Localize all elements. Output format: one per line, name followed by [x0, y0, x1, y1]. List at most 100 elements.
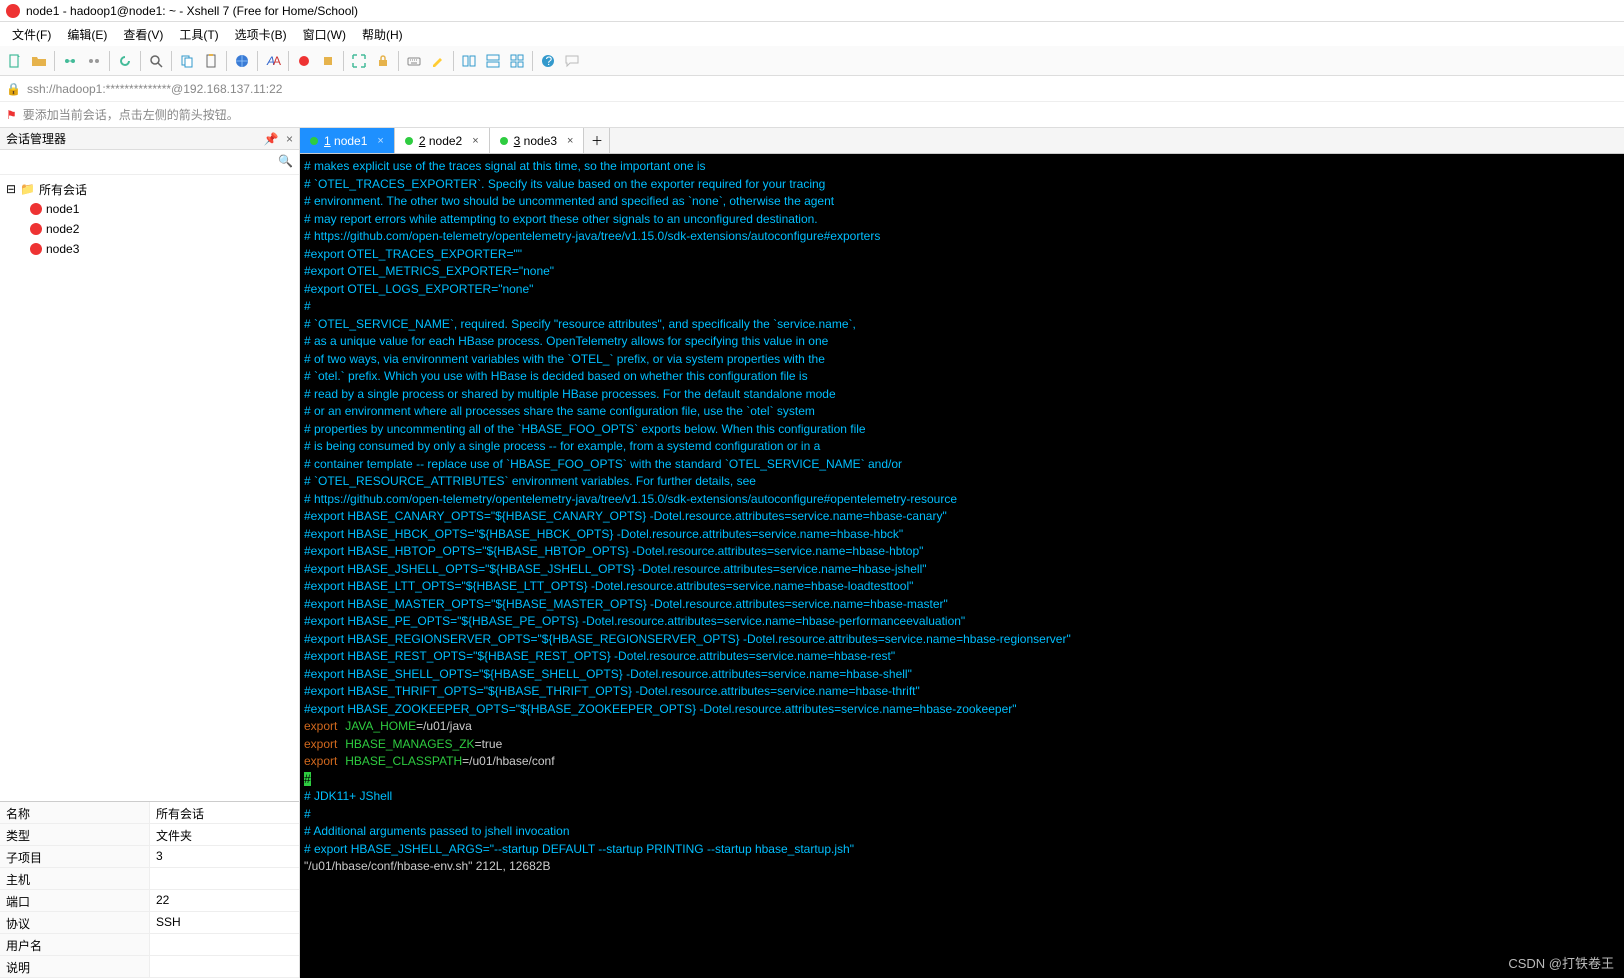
session-icon — [30, 203, 42, 215]
menu-item[interactable]: 查看(V) — [117, 24, 169, 45]
toolbar-separator — [140, 51, 141, 71]
property-row: 说明 — [0, 956, 299, 978]
property-value: SSH — [150, 912, 299, 933]
close-icon[interactable]: × — [377, 135, 383, 147]
pin-icon[interactable]: 📌 — [264, 132, 279, 146]
title-bar: node1 - hadoop1@node1: ~ - Xshell 7 (Fre… — [0, 0, 1624, 22]
property-key: 端口 — [0, 890, 150, 911]
grid-icon[interactable] — [506, 50, 528, 72]
property-value: 文件夹 — [150, 824, 299, 845]
menu-item[interactable]: 文件(F) — [6, 24, 57, 45]
new-icon[interactable] — [4, 50, 26, 72]
menu-item[interactable]: 帮助(H) — [356, 24, 409, 45]
tab-label: 3 node3 — [514, 134, 557, 148]
connect-icon[interactable] — [59, 50, 81, 72]
property-key: 用户名 — [0, 934, 150, 955]
property-row: 协议SSH — [0, 912, 299, 934]
session-tree[interactable]: ⊟ 📁 所有会话 node1 node2 node3 — [0, 175, 299, 801]
help-icon[interactable]: ? — [537, 50, 559, 72]
property-row: 类型文件夹 — [0, 824, 299, 846]
keyboard-icon[interactable] — [403, 50, 425, 72]
stop-icon[interactable] — [317, 50, 339, 72]
font-icon[interactable]: AA — [262, 50, 284, 72]
panel-title: 会话管理器 — [6, 130, 66, 147]
tab-node2[interactable]: 2 node2 × — [395, 128, 490, 153]
search-input[interactable] — [0, 150, 299, 174]
property-value: 3 — [150, 846, 299, 867]
property-row: 端口22 — [0, 890, 299, 912]
toolbar-separator — [171, 51, 172, 71]
tab-label: 1 node1 — [324, 134, 367, 148]
terminal[interactable]: # makes explicit use of the traces signa… — [300, 154, 1624, 978]
window-title: node1 - hadoop1@node1: ~ - Xshell 7 (Fre… — [26, 4, 358, 18]
app-logo-icon — [6, 4, 20, 18]
toolbar-separator — [257, 51, 258, 71]
menu-item[interactable]: 选项卡(B) — [229, 24, 293, 45]
toolbar-separator — [453, 51, 454, 71]
disconnect-icon[interactable] — [83, 50, 105, 72]
toolbar-separator — [109, 51, 110, 71]
paste-icon[interactable] — [200, 50, 222, 72]
status-dot-icon — [405, 137, 413, 145]
toolbar: AA ? — [0, 46, 1624, 76]
property-row: 用户名 — [0, 934, 299, 956]
record-icon[interactable] — [293, 50, 315, 72]
close-icon[interactable]: × — [567, 135, 573, 147]
tree-node[interactable]: node2 — [0, 219, 299, 239]
property-key: 子项目 — [0, 846, 150, 867]
menu-item[interactable]: 窗口(W) — [297, 24, 352, 45]
menu-item[interactable]: 工具(T) — [173, 24, 224, 45]
property-row: 名称所有会话 — [0, 802, 299, 824]
tree-node-label: node3 — [46, 242, 79, 256]
copy-icon[interactable] — [176, 50, 198, 72]
search-icon[interactable] — [145, 50, 167, 72]
chat-icon[interactable] — [561, 50, 583, 72]
session-icon — [30, 243, 42, 255]
tab-node1[interactable]: 1 node1 × — [300, 128, 395, 153]
lock-icon[interactable] — [372, 50, 394, 72]
property-row: 主机 — [0, 868, 299, 890]
globe-icon[interactable] — [231, 50, 253, 72]
property-value — [150, 956, 299, 977]
svg-text:A: A — [273, 54, 281, 68]
tree-root-label: 所有会话 — [39, 181, 87, 198]
status-dot-icon — [500, 137, 508, 145]
tree-node[interactable]: node1 — [0, 199, 299, 219]
toolbar-separator — [398, 51, 399, 71]
toolbar-separator — [288, 51, 289, 71]
property-value — [150, 934, 299, 955]
hint-text: 要添加当前会话，点击左侧的箭头按钮。 — [23, 106, 239, 123]
close-icon[interactable]: × — [472, 135, 478, 147]
reconnect-icon[interactable] — [114, 50, 136, 72]
menu-bar: 文件(F)编辑(E)查看(V)工具(T)选项卡(B)窗口(W)帮助(H) — [0, 22, 1624, 46]
lock-icon: 🔒 — [6, 82, 21, 96]
property-key: 主机 — [0, 868, 150, 889]
tile-h-icon[interactable] — [458, 50, 480, 72]
tab-label: 2 node2 — [419, 134, 462, 148]
session-icon — [30, 223, 42, 235]
collapse-icon[interactable]: ⊟ — [6, 182, 16, 196]
close-icon[interactable]: × — [286, 132, 293, 146]
tab-node3[interactable]: 3 node3 × — [490, 128, 585, 153]
tree-root[interactable]: ⊟ 📁 所有会话 — [0, 179, 299, 199]
tree-node-label: node2 — [46, 222, 79, 236]
property-value — [150, 868, 299, 889]
folder-icon: 📁 — [20, 182, 35, 196]
open-icon[interactable] — [28, 50, 50, 72]
menu-item[interactable]: 编辑(E) — [61, 24, 113, 45]
highlight-icon[interactable] — [427, 50, 449, 72]
toolbar-separator — [343, 51, 344, 71]
tree-node-label: node1 — [46, 202, 79, 216]
property-key: 说明 — [0, 956, 150, 977]
fullscreen-icon[interactable] — [348, 50, 370, 72]
address-text: ssh://hadoop1:**************@192.168.137… — [27, 82, 283, 96]
session-search[interactable]: 🔍 — [0, 150, 299, 175]
tile-v-icon[interactable] — [482, 50, 504, 72]
add-tab-button[interactable]: ＋ — [584, 128, 610, 153]
status-dot-icon — [310, 137, 318, 145]
property-row: 子项目3 — [0, 846, 299, 868]
content-area: 1 node1 × 2 node2 × 3 node3 × ＋ # makes explic… — [300, 128, 1624, 978]
tree-node[interactable]: node3 — [0, 239, 299, 259]
property-grid: 名称所有会话类型文件夹子项目3主机端口22协议SSH用户名说明 — [0, 801, 299, 978]
session-manager-panel: 会话管理器 📌 × 🔍 ⊟ 📁 所有会话 node1 node2 node3 名称所… — [0, 128, 300, 978]
